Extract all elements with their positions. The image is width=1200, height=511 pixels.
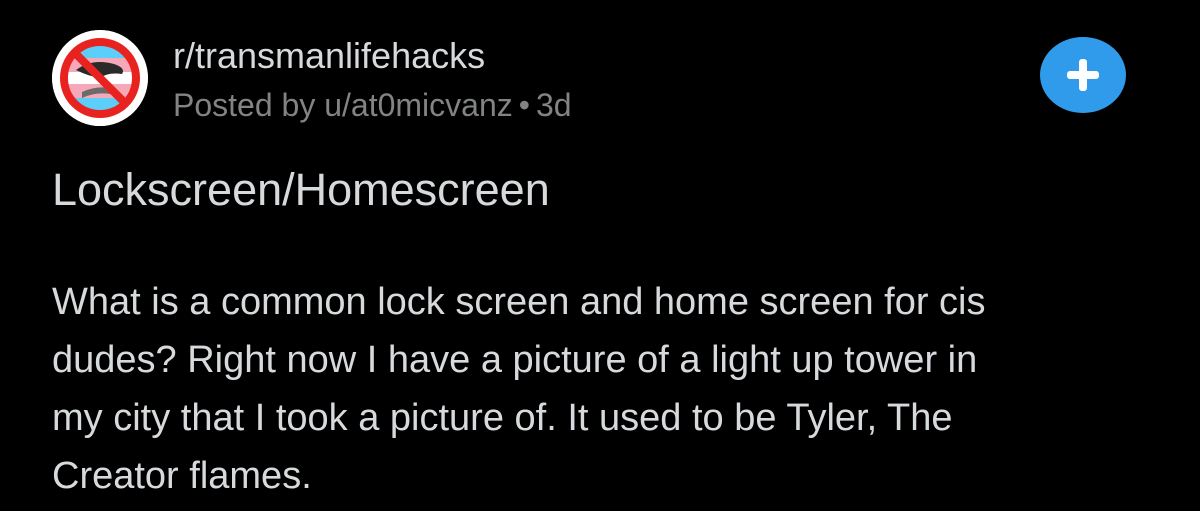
username-link[interactable]: u/at0micvanz (324, 87, 513, 123)
subreddit-name-link[interactable]: r/transmanlifehacks (173, 34, 485, 78)
post-body-line: my city that I took a picture of. It use… (52, 397, 953, 439)
post-title[interactable]: Lockscreen/Homescreen (52, 162, 550, 218)
post-body-line: dudes? Right now I have a picture of a l… (52, 339, 978, 381)
posted-by-label: Posted by (173, 87, 316, 123)
join-button[interactable] (1040, 37, 1126, 113)
plus-icon (1067, 59, 1099, 91)
subreddit-avatar-icon[interactable] (52, 30, 148, 126)
no-symbol-icon (52, 30, 148, 126)
post-body: What is a common lock screen and home sc… (52, 273, 1162, 505)
post-card: r/transmanlifehacks Posted by u/at0micva… (0, 0, 1200, 511)
post-body-line: Creator flames. (52, 455, 312, 497)
post-age: 3d (535, 87, 572, 123)
meta-separator: • (518, 87, 530, 123)
post-body-line: What is a common lock screen and home sc… (52, 281, 986, 323)
post-meta: Posted by u/at0micvanz • 3d (173, 84, 572, 126)
